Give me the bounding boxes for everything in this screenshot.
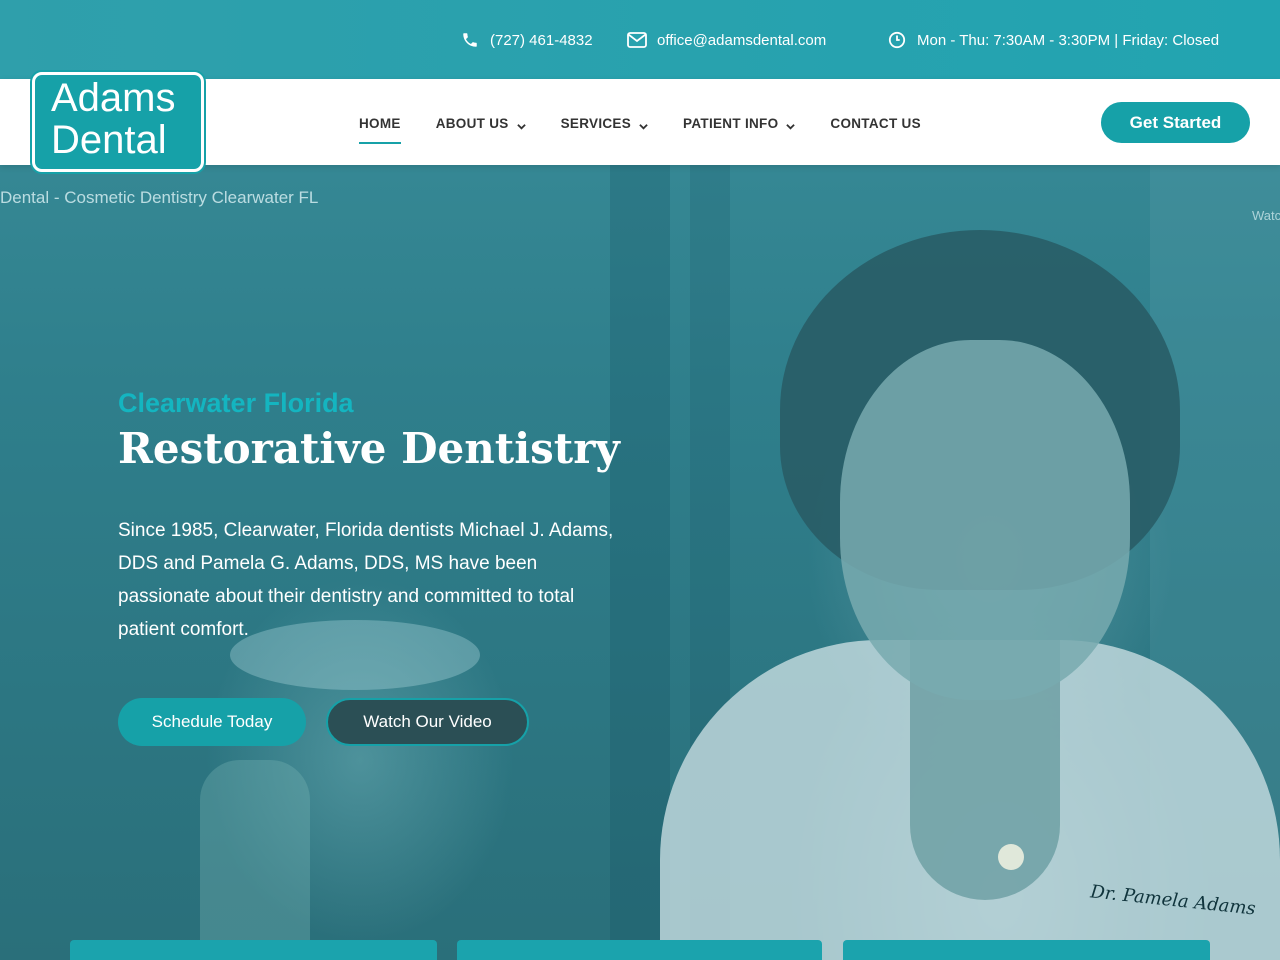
watch-video-button[interactable]: Watch Our Video xyxy=(326,698,529,746)
portrait-face xyxy=(840,340,1130,700)
portrait-pendant xyxy=(998,844,1024,870)
feature-card[interactable] xyxy=(843,940,1210,960)
schedule-today-button[interactable]: Schedule Today xyxy=(118,698,306,746)
nav-item-home[interactable]: HOME xyxy=(359,115,401,144)
hero-eyebrow: Clearwater Florida xyxy=(118,388,354,418)
chevron-down-icon xyxy=(516,119,526,130)
clock-icon xyxy=(887,30,907,50)
nav-item-contact-us[interactable]: CONTACT US xyxy=(830,116,921,131)
nav-item-label: CONTACT US xyxy=(830,115,921,131)
watch-later-label[interactable]: Watc xyxy=(1252,208,1280,223)
nav-item-label: HOME xyxy=(359,115,401,131)
nav-item-services[interactable]: SERVICES xyxy=(561,116,648,131)
topbar-email[interactable]: office@adamsdental.com xyxy=(627,30,826,50)
chevron-down-icon xyxy=(639,119,648,130)
chevron-down-icon xyxy=(786,119,796,130)
phone-icon xyxy=(460,30,480,50)
nav-item-label: ABOUT US xyxy=(435,115,509,131)
hero-portrait: Dr. Pamela Adams xyxy=(640,230,1280,960)
hero-headline: Restorative Dentistry xyxy=(118,424,620,473)
topbar-hours: Mon - Thu: 7:30AM - 3:30PM | Friday: Clo… xyxy=(887,30,1219,50)
topbar-email-text: office@adamsdental.com xyxy=(657,31,827,49)
nav-item-about-us[interactable]: ABOUT US xyxy=(436,116,526,131)
nav-item-label: SERVICES xyxy=(560,115,632,131)
background-vase xyxy=(200,760,310,960)
nav-item-label: PATIENT INFO xyxy=(683,115,779,131)
get-started-button[interactable]: Get Started xyxy=(1101,102,1250,143)
hero-description: Since 1985, Clearwater, Florida dentists… xyxy=(118,520,614,640)
feature-card[interactable] xyxy=(70,940,437,960)
video-title[interactable]: Dental - Cosmetic Dentistry Clearwater F… xyxy=(0,188,318,208)
top-info-bar: (727) 461-4832 office@adamsdental.com Mo… xyxy=(0,0,1280,79)
logo-line-1: Adams xyxy=(51,76,176,120)
main-navigation: HOME ABOUT US SERVICES PATIENT INFO CONT… xyxy=(359,113,956,144)
nav-item-patient-info[interactable]: PATIENT INFO xyxy=(683,115,796,131)
logo-line-2: Dental xyxy=(51,118,167,162)
site-logo[interactable]: Adams Dental xyxy=(32,72,204,172)
topbar-phone-text: (727) 461-4832 xyxy=(490,31,593,49)
envelope-icon xyxy=(627,30,647,50)
topbar-hours-text: Mon - Thu: 7:30AM - 3:30PM | Friday: Clo… xyxy=(917,31,1220,49)
feature-card[interactable] xyxy=(457,940,822,960)
topbar-phone[interactable]: (727) 461-4832 xyxy=(460,30,593,50)
